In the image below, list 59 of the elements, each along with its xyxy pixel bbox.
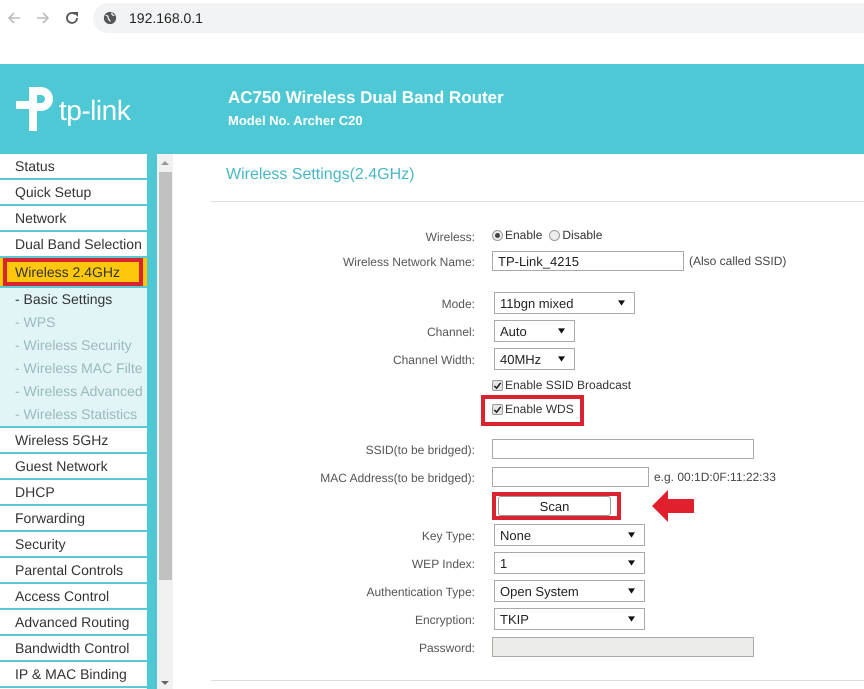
back-icon[interactable]	[6, 10, 22, 26]
text-field[interactable]: TP-Link_4215	[492, 251, 684, 271]
field-label: MAC Address(to be bridged):	[320, 471, 475, 485]
submenu-item[interactable]: - Basic Settings	[0, 288, 147, 311]
option-label: Disable	[562, 228, 602, 242]
sidebar-item[interactable]: Wireless 2.4GHz	[0, 258, 147, 288]
dropdown[interactable]: 11bgn mixed	[494, 292, 635, 314]
url-text[interactable]: 192.168.0.1	[129, 10, 203, 26]
caret-icon	[628, 532, 635, 538]
field-label: Encryption:	[414, 613, 475, 627]
field-label: WEP Index:	[412, 557, 475, 571]
model-number: Model No. Archer C20	[228, 113, 364, 128]
dropdown[interactable]: None	[494, 524, 645, 546]
product-title: AC750 Wireless Dual Band Router	[228, 88, 504, 108]
globe-icon	[103, 11, 117, 25]
caret-icon	[618, 300, 625, 306]
text-field[interactable]	[492, 439, 754, 459]
caret-icon	[558, 328, 565, 334]
caret-icon	[628, 616, 635, 622]
field-label: Password:	[418, 641, 475, 655]
dropdown[interactable]: TKIP	[494, 608, 645, 630]
scrollbar[interactable]	[157, 154, 173, 689]
field-label: SSID(to be bridged):	[366, 443, 475, 457]
checkbox-label: Enable SSID Broadcast	[505, 378, 632, 392]
checkmark-icon	[493, 380, 502, 390]
caret-icon	[558, 356, 565, 362]
field-label: Authentication Type:	[366, 585, 475, 599]
dropdown[interactable]: 1	[494, 552, 645, 574]
logo-icon	[15, 85, 55, 133]
logo-text: tp-link	[59, 95, 130, 127]
hint-text: e.g. 00:1D:0F:11:22:33	[654, 470, 776, 484]
hint-text: (Also called SSID)	[689, 254, 786, 268]
reload-icon[interactable]	[64, 10, 80, 26]
scroll-down-icon[interactable]	[161, 680, 169, 686]
checkbox[interactable]	[492, 380, 503, 390]
field-label: Mode:	[442, 297, 475, 311]
scroll-up-icon[interactable]	[161, 160, 169, 166]
field-label: Wireless Network Name:	[342, 255, 475, 269]
dropdown[interactable]: Open System	[494, 580, 645, 602]
address-bar[interactable]: 192.168.0.1	[93, 3, 864, 33]
scrollbar-thumb[interactable]	[158, 172, 172, 580]
checkbox[interactable]	[492, 404, 503, 414]
checkmark-icon	[493, 404, 502, 414]
checkbox-label: Enable WDS	[505, 402, 574, 416]
field-label: Channel Width:	[392, 353, 475, 367]
option-label: Enable	[505, 228, 542, 242]
scan-button[interactable]: Scan	[498, 496, 611, 516]
radio-button[interactable]	[492, 230, 503, 240]
dropdown[interactable]: 40MHz	[494, 348, 575, 370]
field-label: Wireless:	[426, 230, 475, 244]
forward-icon[interactable]	[35, 10, 51, 26]
field-label: Channel:	[426, 325, 475, 339]
dropdown[interactable]: Auto	[494, 320, 575, 342]
radio-button[interactable]	[549, 230, 560, 240]
field-label: Key Type:	[422, 529, 475, 543]
page-title: Wireless Settings(2.4GHz)	[226, 166, 414, 183]
caret-icon	[628, 560, 635, 566]
caret-icon	[628, 588, 635, 594]
text-field[interactable]	[492, 467, 649, 487]
